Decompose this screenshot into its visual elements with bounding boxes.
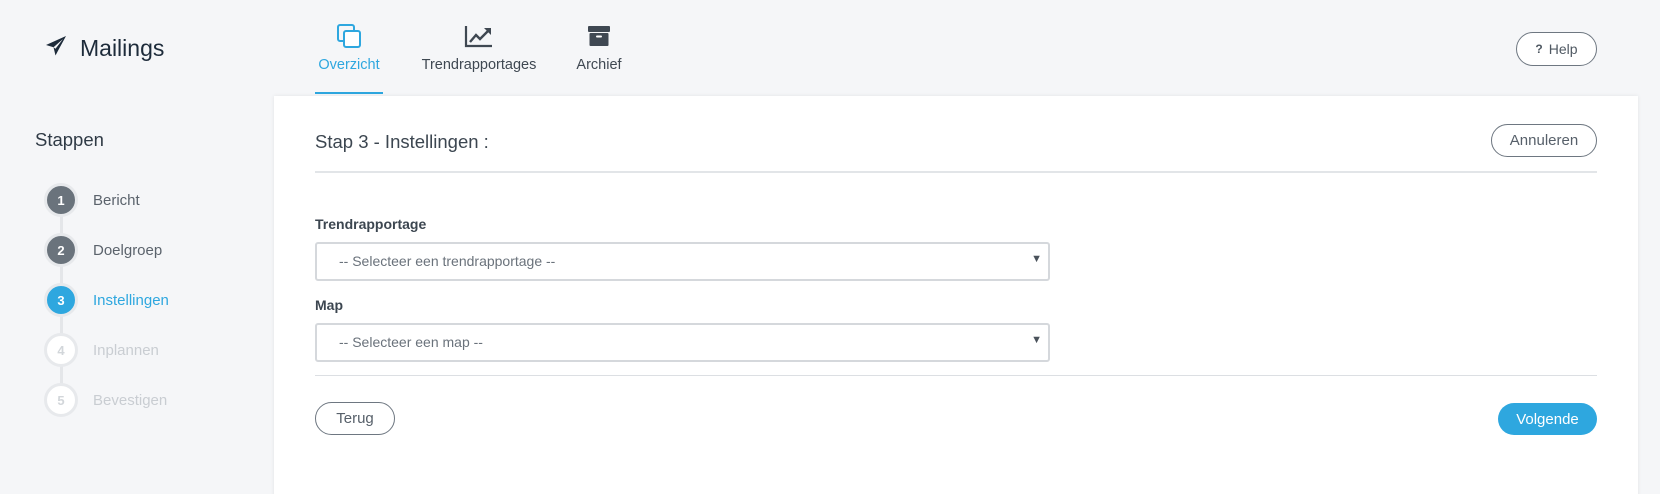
caret-down-icon: ▼ — [1031, 334, 1042, 346]
nav-tab-trendrapportages[interactable]: Trendrapportages — [419, 0, 539, 94]
step-number: 1 — [44, 183, 78, 217]
nav-label: Trendrapportages — [421, 57, 537, 73]
main-nav: Overzicht Trendrapportages Archief — [310, 0, 624, 94]
header-divider — [315, 171, 1597, 173]
nav-tab-archief[interactable]: Archief — [574, 0, 624, 94]
settings-panel: Stap 3 - Instellingen : Annuleren Trendr… — [274, 96, 1638, 494]
step-label: Doelgroep — [93, 241, 163, 259]
help-label: Help — [1548, 41, 1578, 57]
back-button[interactable]: Terug — [315, 402, 395, 435]
step-inplannen: 4 Inplannen — [44, 333, 159, 367]
step-number: 4 — [44, 333, 78, 367]
map-select[interactable]: -- Selecteer een map -- ▼ — [315, 323, 1050, 362]
trendrapportage-label: Trendrapportage — [315, 216, 427, 232]
step-doelgroep[interactable]: 2 Doelgroep — [44, 233, 162, 267]
cancel-button[interactable]: Annuleren — [1491, 124, 1597, 157]
nav-tab-overzicht[interactable]: Overzicht — [315, 0, 383, 94]
step-instellingen[interactable]: 3 Instellingen — [44, 283, 169, 317]
next-button[interactable]: Volgende — [1498, 403, 1597, 435]
question-icon: ? — [1535, 42, 1543, 56]
step-number: 3 — [44, 283, 78, 317]
copy-icon — [336, 22, 362, 50]
step-number: 5 — [44, 383, 78, 417]
footer-divider — [315, 375, 1597, 376]
steps-title: Stappen — [35, 129, 104, 150]
step-label: Bevestigen — [93, 391, 168, 409]
help-button[interactable]: ? Help — [1516, 32, 1597, 66]
page-title: Stap 3 - Instellingen : — [315, 131, 489, 152]
paper-plane-icon — [44, 34, 68, 63]
nav-label: Overzicht — [318, 57, 380, 73]
step-label: Inplannen — [93, 341, 159, 359]
app-title: Mailings — [80, 35, 165, 61]
select-value: -- Selecteer een map -- — [339, 334, 483, 350]
step-bevestigen: 5 Bevestigen — [44, 383, 167, 417]
trendrapportage-select[interactable]: -- Selecteer een trendrapportage -- ▼ — [315, 242, 1050, 281]
line-chart-icon — [464, 22, 494, 50]
caret-down-icon: ▼ — [1031, 253, 1042, 265]
nav-label: Archief — [576, 57, 622, 73]
step-label: Bericht — [93, 191, 140, 209]
select-value: -- Selecteer een trendrapportage -- — [339, 253, 556, 269]
step-number: 2 — [44, 233, 78, 267]
map-label: Map — [315, 297, 343, 313]
brand[interactable]: Mailings — [44, 34, 164, 63]
top-header: Mailings Overzicht Trendrapportages Arch… — [0, 0, 1660, 94]
archive-box-icon — [587, 22, 611, 50]
step-bericht[interactable]: 1 Bericht — [44, 183, 140, 217]
step-label: Instellingen — [93, 291, 169, 309]
